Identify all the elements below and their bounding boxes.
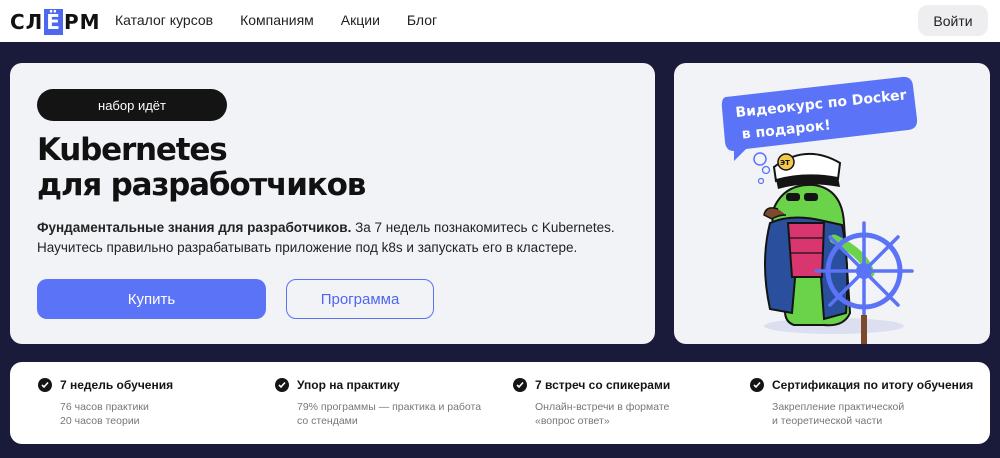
nav-item-promotions[interactable]: Акции	[341, 12, 380, 28]
feature-title: 7 недель обучения	[60, 378, 174, 392]
buy-button[interactable]: Купить	[37, 279, 266, 319]
course-hero-card: набор идёт Kubernetes для разработчиков …	[10, 63, 655, 344]
program-button[interactable]: Программа	[286, 279, 434, 319]
promo-speech-bubble: Видеокурс по Docker в подарок!	[721, 76, 918, 161]
main-nav: Каталог курсов Компаниям Акции Блог	[115, 12, 437, 28]
course-title-line2: для разработчиков	[37, 167, 366, 203]
feature-subtitle: 76 часов практики 20 часов теории	[60, 401, 149, 427]
check-circle-icon	[38, 378, 52, 392]
soap-bubbles-icon	[735, 149, 771, 185]
course-features-bar: 7 недель обучения 76 часов практики 20 ча…	[10, 362, 990, 444]
logo-text-left: СЛ	[10, 10, 44, 34]
cap-badge-text: ЭТ	[780, 159, 790, 167]
check-circle-icon	[275, 378, 289, 392]
captain-mascot-illustration: Видеокурс по Docker в подарок! ЭТ	[721, 76, 918, 344]
feature-subtitle: Закрепление практической и теоретической …	[772, 401, 905, 427]
feature-subtitle: 79% программы — практика и работа со стен…	[297, 401, 482, 427]
course-description: Фундаментальные знания для разработчиков…	[37, 218, 637, 258]
nav-item-blog[interactable]: Блог	[407, 12, 437, 28]
course-title: Kubernetes для разработчиков	[37, 132, 366, 203]
slurm-logo[interactable]: СЛ Ё РМ	[10, 9, 101, 35]
feature-title: 7 встреч со спикерами	[535, 378, 671, 392]
feature-title: Упор на практику	[297, 378, 400, 392]
docker-promo-card[interactable]: Видеокурс по Docker в подарок! ЭТ	[674, 63, 990, 344]
nav-item-companies[interactable]: Компаниям	[240, 12, 314, 28]
course-title-line1: Kubernetes	[37, 132, 228, 168]
course-description-line2: Научитесь правильно разрабатывать прилож…	[37, 240, 578, 255]
feature-subtitle: Онлайн-встречи в формате «вопрос ответ»	[535, 401, 670, 427]
cucumber-captain-icon: ЭТ	[763, 152, 875, 327]
top-header: СЛ Ё РМ Каталог курсов Компаниям Акции Бло…	[0, 0, 1000, 42]
logo-text-highlight: Ё	[44, 9, 63, 35]
course-description-rest: За 7 недель познакомитесь с Kubernetes.	[351, 220, 615, 235]
check-circle-icon	[513, 378, 527, 392]
check-circle-icon	[750, 378, 764, 392]
logo-text-right: РМ	[63, 10, 101, 34]
feature-title: Сертификация по итогу обучения	[772, 378, 974, 392]
nav-item-catalog[interactable]: Каталог курсов	[115, 12, 213, 28]
enrollment-status-badge: набор идёт	[37, 89, 227, 121]
course-description-bold: Фундаментальные знания для разработчиков…	[37, 220, 352, 235]
login-button[interactable]: Войти	[918, 5, 988, 36]
